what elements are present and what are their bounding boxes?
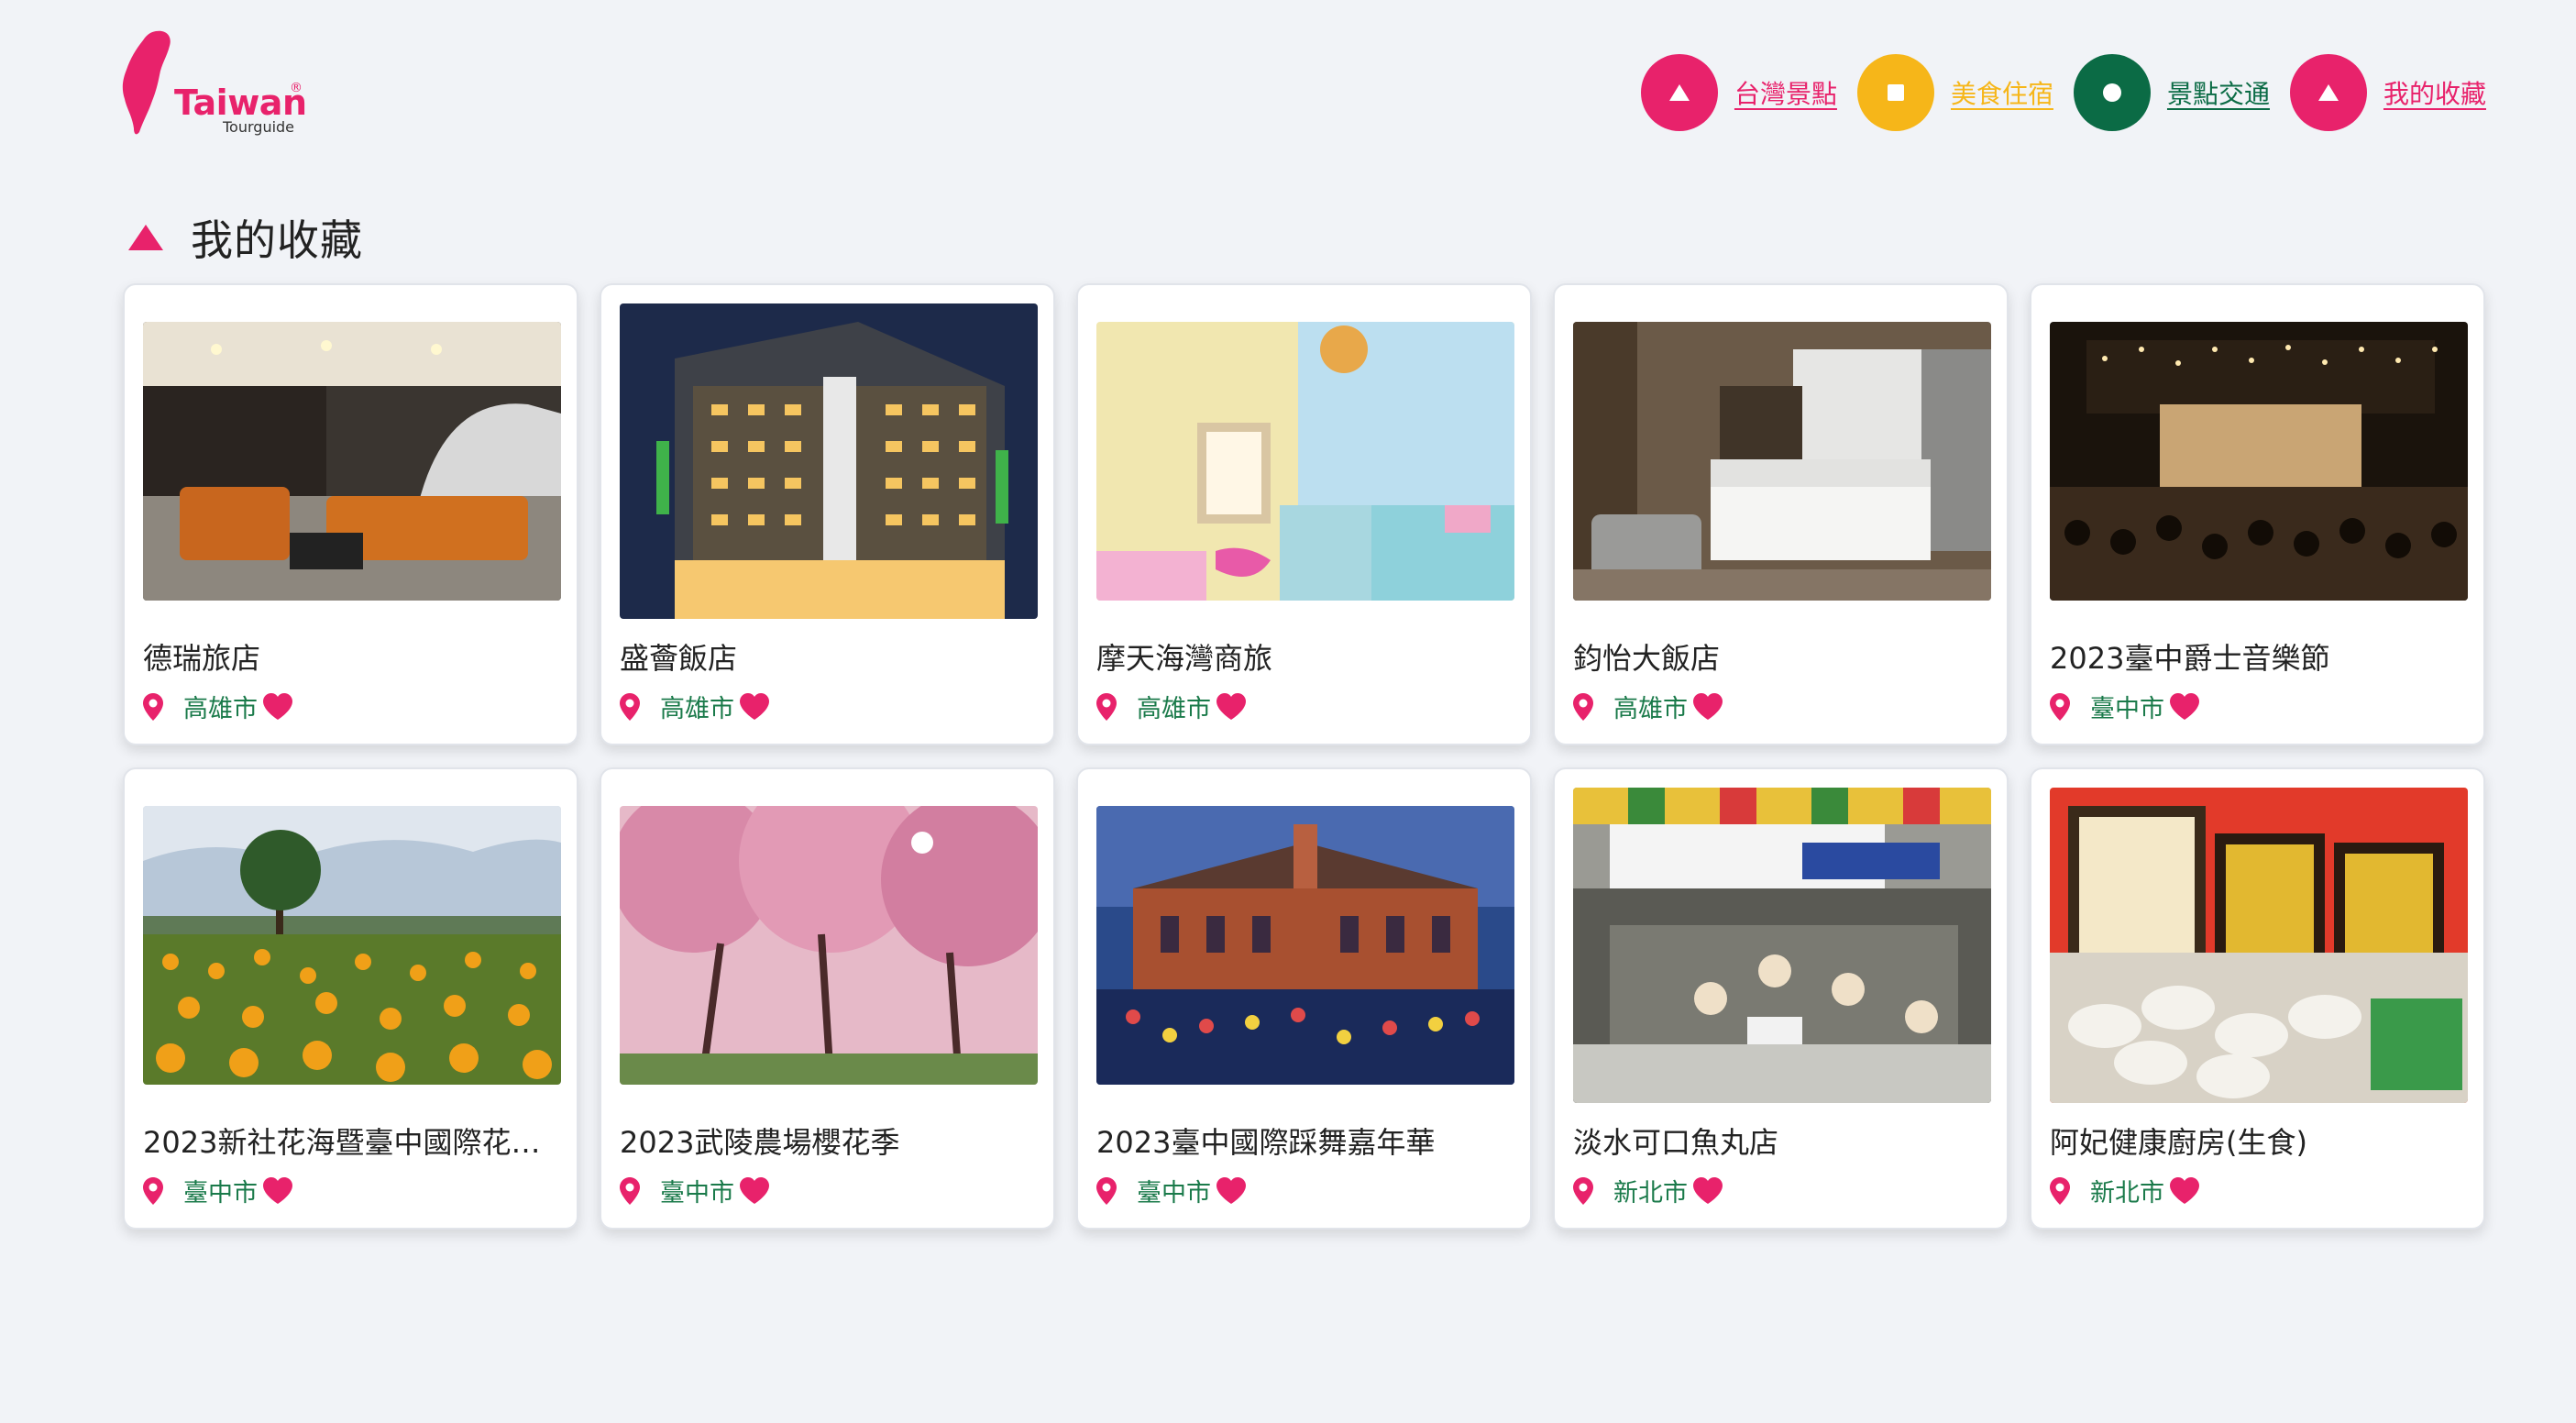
map-pin-icon: [143, 692, 163, 721]
hotel-lobby-photo: [143, 322, 561, 601]
card-location: 臺中市: [2050, 689, 2199, 724]
card-city: 高雄市: [1613, 695, 1688, 723]
card-location: 臺中市: [143, 1173, 292, 1208]
flower-field-photo: [143, 806, 561, 1085]
card-title: 鈞怡大飯店: [1573, 641, 1721, 676]
map-pin-icon: [2050, 1176, 2070, 1205]
card-title: 淡水可口魚丸店: [1573, 1125, 1779, 1160]
heart-icon[interactable]: [1216, 692, 1246, 721]
card-title: 摩天海灣商旅: [1096, 641, 1273, 676]
map-pin-icon: [1573, 1176, 1593, 1205]
heart-icon[interactable]: [2170, 1176, 2199, 1205]
card-title: 盛薈飯店: [620, 641, 738, 676]
dumplings-photo: [2050, 788, 2468, 1103]
map-pin-icon: [620, 1176, 640, 1205]
card-location: 高雄市: [1573, 689, 1723, 724]
favorite-card[interactable]: 2023臺中國際踩舞嘉年華 臺中市: [1076, 767, 1532, 1230]
nav-label: 台灣景點: [1734, 79, 1837, 109]
nav-circle: [2289, 54, 2367, 131]
favorite-card[interactable]: 德瑞旅店 高雄市: [123, 283, 578, 745]
card-title: 2023臺中國際踩舞嘉年華: [1096, 1125, 1436, 1160]
nav-circle: [1640, 54, 1718, 131]
favorite-card[interactable]: 2023武陵農場櫻花季 臺中市: [600, 767, 1055, 1230]
favorite-card[interactable]: 鈞怡大飯店 高雄市: [1553, 283, 2009, 745]
card-city: 臺中市: [1137, 1179, 1211, 1208]
nav-item-attractions[interactable]: 台灣景點: [1640, 54, 1837, 131]
hotel-room-pastel-photo: [1096, 322, 1514, 601]
card-city: 高雄市: [183, 695, 258, 723]
card-city: 臺中市: [660, 1179, 734, 1208]
card-title: 2023臺中爵士音樂節: [2050, 641, 2330, 676]
card-location: 新北市: [2050, 1173, 2199, 1208]
heart-icon[interactable]: [740, 692, 769, 721]
map-pin-icon: [620, 692, 640, 721]
hotel-room-modern-photo: [1573, 322, 1991, 601]
nav-item-transport[interactable]: 景點交通: [2073, 54, 2270, 131]
card-location: 高雄市: [143, 689, 292, 724]
fishball-shop-photo: [1573, 788, 1991, 1103]
jazz-festival-stage-photo: [2050, 322, 2468, 601]
triangle-icon: [2317, 84, 2339, 101]
map-pin-icon: [1096, 692, 1117, 721]
circle-icon: [2102, 83, 2121, 102]
map-pin-icon: [1096, 1176, 1117, 1205]
page: Taiwan ® Tourguide 台灣景點 美食住宿 景點交通 我的收藏 我…: [0, 0, 2576, 1423]
heart-icon[interactable]: [1693, 692, 1723, 721]
square-icon: [1887, 84, 1904, 101]
nav-label: 美食住宿: [1950, 79, 2053, 109]
nav-label: 我的收藏: [2383, 79, 2486, 109]
triangle-icon: [1668, 84, 1690, 101]
section-heading: 我的收藏: [128, 207, 363, 268]
card-title: 2023武陵農場櫻花季: [620, 1125, 900, 1160]
card-city: 高雄市: [1137, 695, 1211, 723]
card-location: 臺中市: [1096, 1173, 1246, 1208]
nav-item-favorites[interactable]: 我的收藏: [2289, 54, 2486, 131]
card-city: 新北市: [2090, 1179, 2164, 1208]
card-location: 高雄市: [620, 689, 769, 724]
card-city: 高雄市: [660, 695, 734, 723]
card-city: 新北市: [1613, 1179, 1688, 1208]
triangle-icon: [128, 225, 163, 250]
hotel-exterior-night-photo: [620, 303, 1038, 619]
logo-text: Taiwan: [174, 83, 307, 123]
favorite-card[interactable]: 淡水可口魚丸店 新北市: [1553, 767, 2009, 1230]
nav-label: 景點交通: [2166, 79, 2270, 109]
nav-item-food-lodging[interactable]: 美食住宿: [1856, 54, 2053, 131]
taiwan-logo[interactable]: Taiwan ® Tourguide: [119, 28, 321, 142]
favorite-card[interactable]: 盛薈飯店 高雄市: [600, 283, 1055, 745]
cherry-blossom-photo: [620, 806, 1038, 1085]
favorites-grid: 德瑞旅店 高雄市 盛薈飯店 高雄市 摩天海灣商旅 高雄市 鈞怡大飯店 高雄市 2…: [123, 283, 2485, 1230]
favorite-card[interactable]: 阿妃健康廚房(生食) 新北市: [2030, 767, 2485, 1230]
page-title: 我的收藏: [191, 215, 363, 265]
card-city: 臺中市: [183, 1179, 258, 1208]
card-title: 德瑞旅店: [143, 641, 261, 676]
card-location: 新北市: [1573, 1173, 1723, 1208]
card-title: 阿妃健康廚房(生食): [2050, 1125, 2307, 1160]
favorite-card[interactable]: 摩天海灣商旅 高雄市: [1076, 283, 1532, 745]
heart-icon[interactable]: [1216, 1176, 1246, 1205]
heart-icon[interactable]: [1693, 1176, 1723, 1205]
heart-icon[interactable]: [2170, 692, 2199, 721]
map-pin-icon: [1573, 692, 1593, 721]
card-city: 臺中市: [2090, 695, 2164, 723]
map-pin-icon: [143, 1176, 163, 1205]
card-title: 2023新社花海暨臺中國際花毯...: [143, 1125, 565, 1160]
card-location: 臺中市: [620, 1173, 769, 1208]
dance-carnival-photo: [1096, 806, 1514, 1085]
card-location: 高雄市: [1096, 689, 1246, 724]
logo-subtitle: Tourguide: [223, 118, 295, 136]
heart-icon[interactable]: [263, 692, 292, 721]
nav-circle: [1856, 54, 1934, 131]
registered-mark: ®: [290, 81, 303, 95]
map-pin-icon: [2050, 692, 2070, 721]
heart-icon[interactable]: [263, 1176, 292, 1205]
main-nav: 台灣景點 美食住宿 景點交通 我的收藏: [1621, 53, 2486, 132]
heart-icon[interactable]: [740, 1176, 769, 1205]
favorite-card[interactable]: 2023新社花海暨臺中國際花毯... 臺中市: [123, 767, 578, 1230]
nav-circle: [2073, 54, 2151, 131]
favorite-card[interactable]: 2023臺中爵士音樂節 臺中市: [2030, 283, 2485, 745]
